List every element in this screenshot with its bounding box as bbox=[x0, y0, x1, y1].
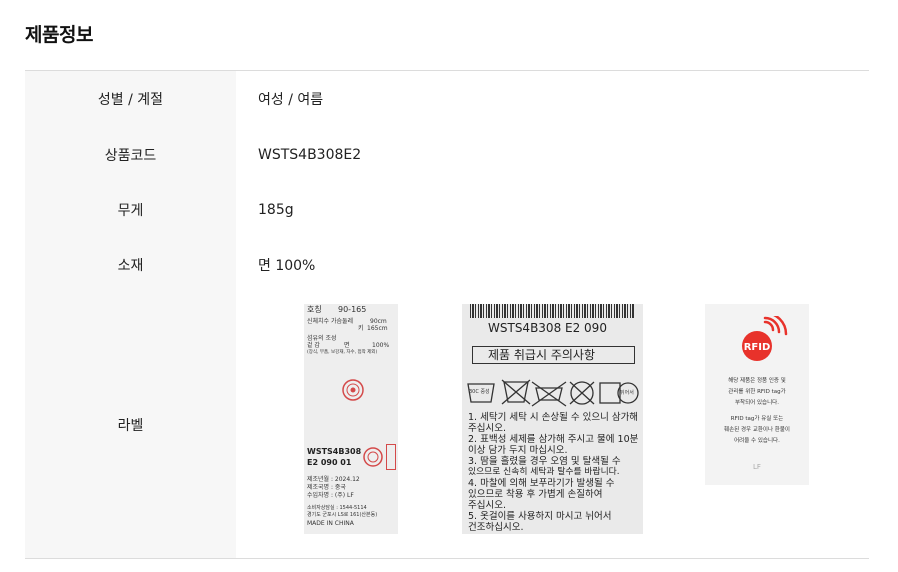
row-label: 소재 bbox=[25, 237, 236, 292]
label-images: 호칭 90-165 신체치수 가슴둘레 90cm 키 165cm 섬유의 조성 … bbox=[236, 292, 869, 558]
row-label: 상품코드 bbox=[25, 127, 236, 182]
rfid-logo-text: RFID bbox=[744, 342, 771, 353]
care-line: 1. 세탁기 세탁 시 손상될 수 있으니 삼가해 bbox=[468, 412, 639, 423]
care-product-code: WSTS4B308 E2 090 bbox=[488, 321, 607, 335]
fiber-heading: 섬유의 조성 bbox=[307, 335, 337, 342]
size-value: 90-165 bbox=[338, 305, 367, 314]
row-value: WSTS4B308E2 bbox=[258, 146, 362, 163]
care-dry: 뒤어서 bbox=[620, 390, 634, 396]
care-heading: 제품 취급시 주의사항 bbox=[488, 348, 595, 362]
care-line: 4. 마찰에 의해 보푸라기가 발생될 수 bbox=[468, 478, 615, 489]
row-value: 면 100% bbox=[258, 257, 316, 274]
product-code: WSTS4B308 bbox=[307, 447, 362, 456]
care-temp: 30C 중성 bbox=[469, 389, 490, 395]
care-line: 주십시오. bbox=[468, 423, 506, 434]
row-value: 여성 / 여름 bbox=[258, 92, 324, 108]
table-row: 상품코드 WSTS4B308E2 bbox=[25, 127, 869, 182]
manufacture-country: 제조국명 : 중국 bbox=[307, 484, 346, 491]
care-line: 3. 땀을 흘렸을 경우 오염 및 탈색될 수 bbox=[468, 456, 621, 467]
height-value: 165cm bbox=[367, 325, 388, 332]
rfid-notice-line: 관리를 위한 RFID tag가 bbox=[728, 389, 786, 395]
rfid-notice-line: 어려울 수 있습니다. bbox=[734, 438, 780, 444]
table-row: 성별 / 계절 여성 / 여름 bbox=[25, 71, 869, 127]
rfid-logo-icon: RFID bbox=[742, 316, 788, 361]
care-line: 5. 옷걸이를 사용하지 마시고 뉘어서 bbox=[468, 511, 612, 522]
inspection-stamp-icon bbox=[342, 379, 364, 401]
size-heading: 호칭 bbox=[307, 305, 322, 314]
care-line: 있으므로 착용 후 가볍게 손질하여 bbox=[468, 489, 603, 500]
rfid-notice-line: 훼손된 경우 교환이나 환불이 bbox=[724, 427, 790, 433]
fiber-note: (장식, 부품, 보강재, 자수, 접착 제외) bbox=[307, 350, 378, 355]
importer: 수입자명 : (주) LF bbox=[307, 492, 354, 499]
fiber-part: 겉 감 bbox=[307, 342, 320, 349]
manufacture-date: 제조년월 : 2024.12 bbox=[307, 476, 360, 483]
chest-value: 90cm bbox=[370, 318, 387, 325]
table-row: 무게 185g bbox=[25, 182, 869, 237]
row-label: 무게 bbox=[25, 182, 236, 237]
address: 경기도 군포시 LS로 161(산본동) bbox=[307, 512, 378, 518]
care-line: 건조하십시오. bbox=[468, 522, 524, 533]
rfid-tag-image: RFID 해당 제품은 정품 인증 및 관리를 위한 RFID tag가 부착되… bbox=[705, 304, 809, 485]
product-info-table: 성별 / 계절 여성 / 여름 상품코드 WSTS4B308E2 무게 185g… bbox=[25, 70, 869, 559]
brand-logo: LF bbox=[753, 463, 761, 471]
fiber-material: 면 bbox=[344, 342, 350, 349]
size-tag-image: 호칭 90-165 신체치수 가슴둘레 90cm 키 165cm 섬유의 조성 … bbox=[304, 304, 398, 534]
made-in: MADE IN CHINA bbox=[307, 520, 354, 527]
row-value: 185g bbox=[258, 201, 294, 218]
table-row-labels: 라벨 호칭 90-165 신체치수 가슴둘레 90cm 키 165cm 섬유의 … bbox=[25, 292, 869, 558]
inspection-box bbox=[386, 444, 396, 470]
rfid-notice-line: 해당 제품은 정품 인증 및 bbox=[728, 378, 786, 384]
care-line: 2. 표백성 세제를 삼가해 주시고 물에 10분 bbox=[468, 434, 639, 445]
page-title: 제품정보 bbox=[25, 24, 93, 46]
care-line: 이상 담가 두지 마십시오. bbox=[468, 445, 568, 456]
consumer-center: 소비자상담실 : 1544-5114 bbox=[307, 505, 367, 511]
kc-stamp-icon bbox=[363, 447, 383, 467]
care-line: 있으므로 신속히 세탁과 탈수를 바랍니다. bbox=[468, 467, 620, 477]
chest-heading: 신체치수 가슴둘레 bbox=[307, 318, 354, 325]
product-code-2: E2 090 01 bbox=[307, 458, 352, 467]
care-symbols-icon bbox=[467, 379, 639, 407]
barcode bbox=[470, 304, 635, 318]
fiber-percent: 100% bbox=[372, 342, 390, 349]
rfid-notice-line: 부착되어 있습니다. bbox=[735, 400, 779, 406]
rfid-notice-line: RFID tag가 유실 또는 bbox=[730, 416, 784, 422]
height-heading: 키 bbox=[358, 325, 364, 332]
care-line: 주십시오. bbox=[468, 500, 506, 511]
row-label: 라벨 bbox=[25, 292, 236, 558]
row-label: 성별 / 계절 bbox=[25, 71, 236, 127]
care-tag-image: WSTS4B308 E2 090 제품 취급시 주의사항 30C 중성 뒤어서 … bbox=[462, 304, 643, 534]
table-row: 소재 면 100% bbox=[25, 237, 869, 292]
